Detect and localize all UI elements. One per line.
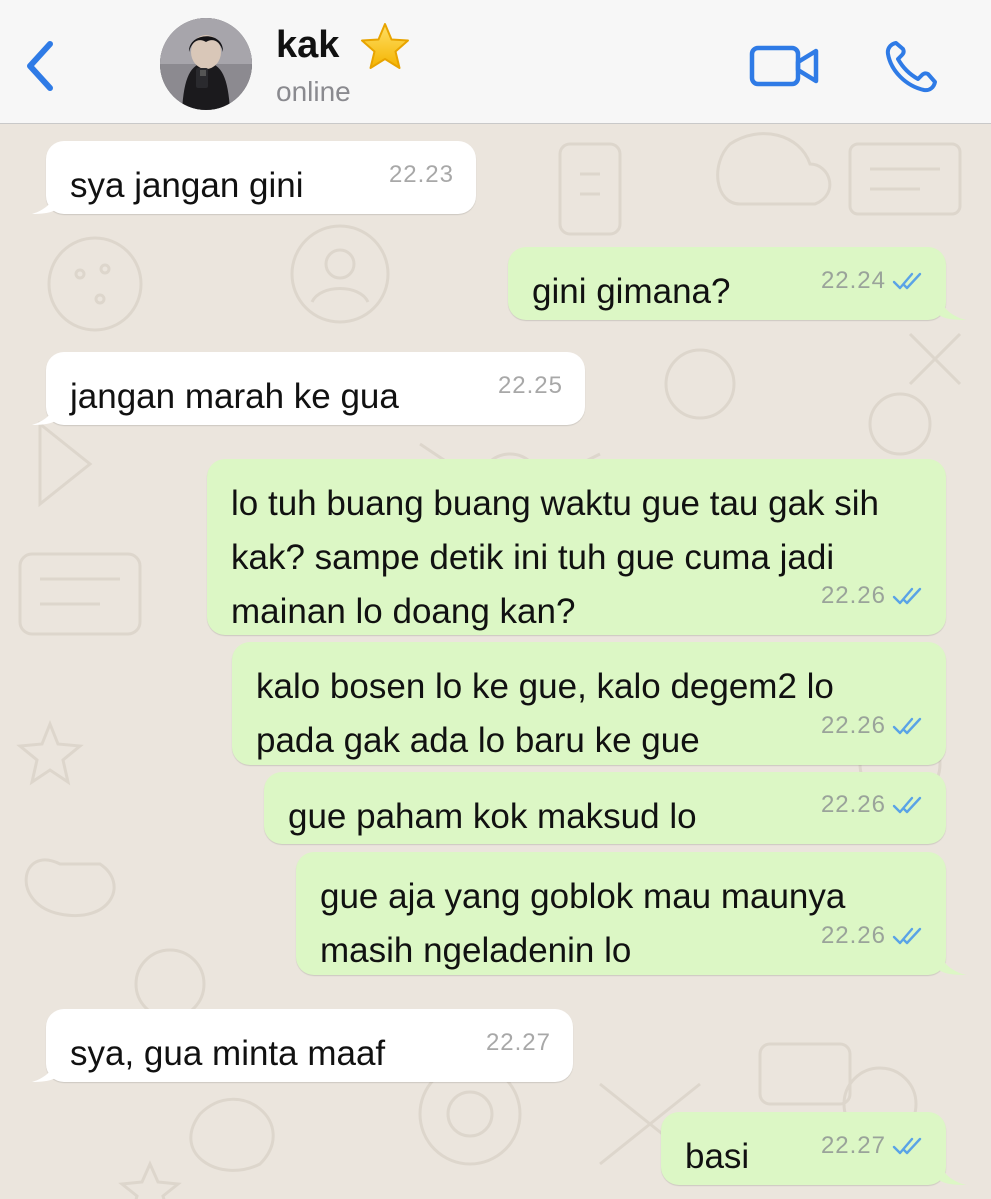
bubble-tail	[938, 1157, 966, 1185]
video-camera-icon[interactable]	[748, 42, 822, 90]
read-ticks-icon	[892, 717, 922, 735]
avatar[interactable]	[160, 18, 252, 110]
message-time: 22.26	[821, 778, 924, 832]
message-text: kalo bosen lo ke gue, kalo degem2 lo pad…	[256, 667, 844, 760]
message-time: 22.23	[388, 161, 454, 188]
message-time: 22.27	[821, 1119, 924, 1173]
message-bubble-incoming[interactable]: jangan marah ke gua 22.25	[32, 352, 585, 425]
message-time: 22.25	[497, 372, 563, 399]
message-text: sya, gua minta maaf	[70, 1034, 386, 1073]
bubble-tail	[32, 186, 58, 214]
message-bubble-outgoing[interactable]: lo tuh buang buang waktu gue tau gak sih…	[207, 459, 946, 635]
message-bubble-outgoing[interactable]: gue aja yang goblok mau maunya masih nge…	[296, 852, 966, 975]
message-bubble-outgoing[interactable]: basi 22.27	[661, 1112, 966, 1185]
message-bubble-incoming[interactable]: sya jangan gini 22.23	[32, 141, 476, 214]
bubble-tail	[938, 292, 966, 320]
message-bubble-incoming[interactable]: sya, gua minta maaf 22.27	[32, 1009, 573, 1082]
back-chevron-icon[interactable]	[22, 38, 58, 94]
contact-name[interactable]: kak	[276, 24, 339, 67]
chat-header: kak online	[0, 0, 991, 124]
read-ticks-icon	[892, 927, 922, 945]
star-emoji-icon	[361, 23, 409, 69]
read-ticks-icon	[892, 587, 922, 605]
avatar-photo	[160, 18, 252, 110]
phone-icon[interactable]	[882, 38, 940, 96]
message-bubble-outgoing[interactable]: kalo bosen lo ke gue, kalo degem2 lo pad…	[232, 642, 946, 765]
bubble-tail	[32, 397, 58, 425]
read-ticks-icon	[892, 272, 922, 290]
message-time: 22.26	[821, 699, 924, 753]
message-bubble-outgoing[interactable]: gue paham kok maksud lo 22.26	[264, 772, 946, 844]
message-time: 22.24	[821, 254, 924, 308]
read-ticks-icon	[892, 796, 922, 814]
read-ticks-icon	[892, 1137, 922, 1155]
message-text: jangan marah ke gua	[70, 377, 399, 416]
bubble-tail	[938, 947, 966, 975]
contact-status: online	[276, 76, 351, 107]
message-time: 22.26	[821, 569, 924, 623]
message-time: 22.27	[485, 1029, 551, 1056]
message-bubble-outgoing[interactable]: gini gimana? 22.24	[508, 247, 966, 320]
message-text: lo tuh buang buang waktu gue tau gak sih…	[231, 484, 889, 631]
chat-area[interactable]: sya jangan gini 22.23 gini gimana? 22.24…	[0, 124, 991, 1199]
bubble-tail	[32, 1054, 58, 1082]
message-time: 22.26	[821, 909, 924, 963]
